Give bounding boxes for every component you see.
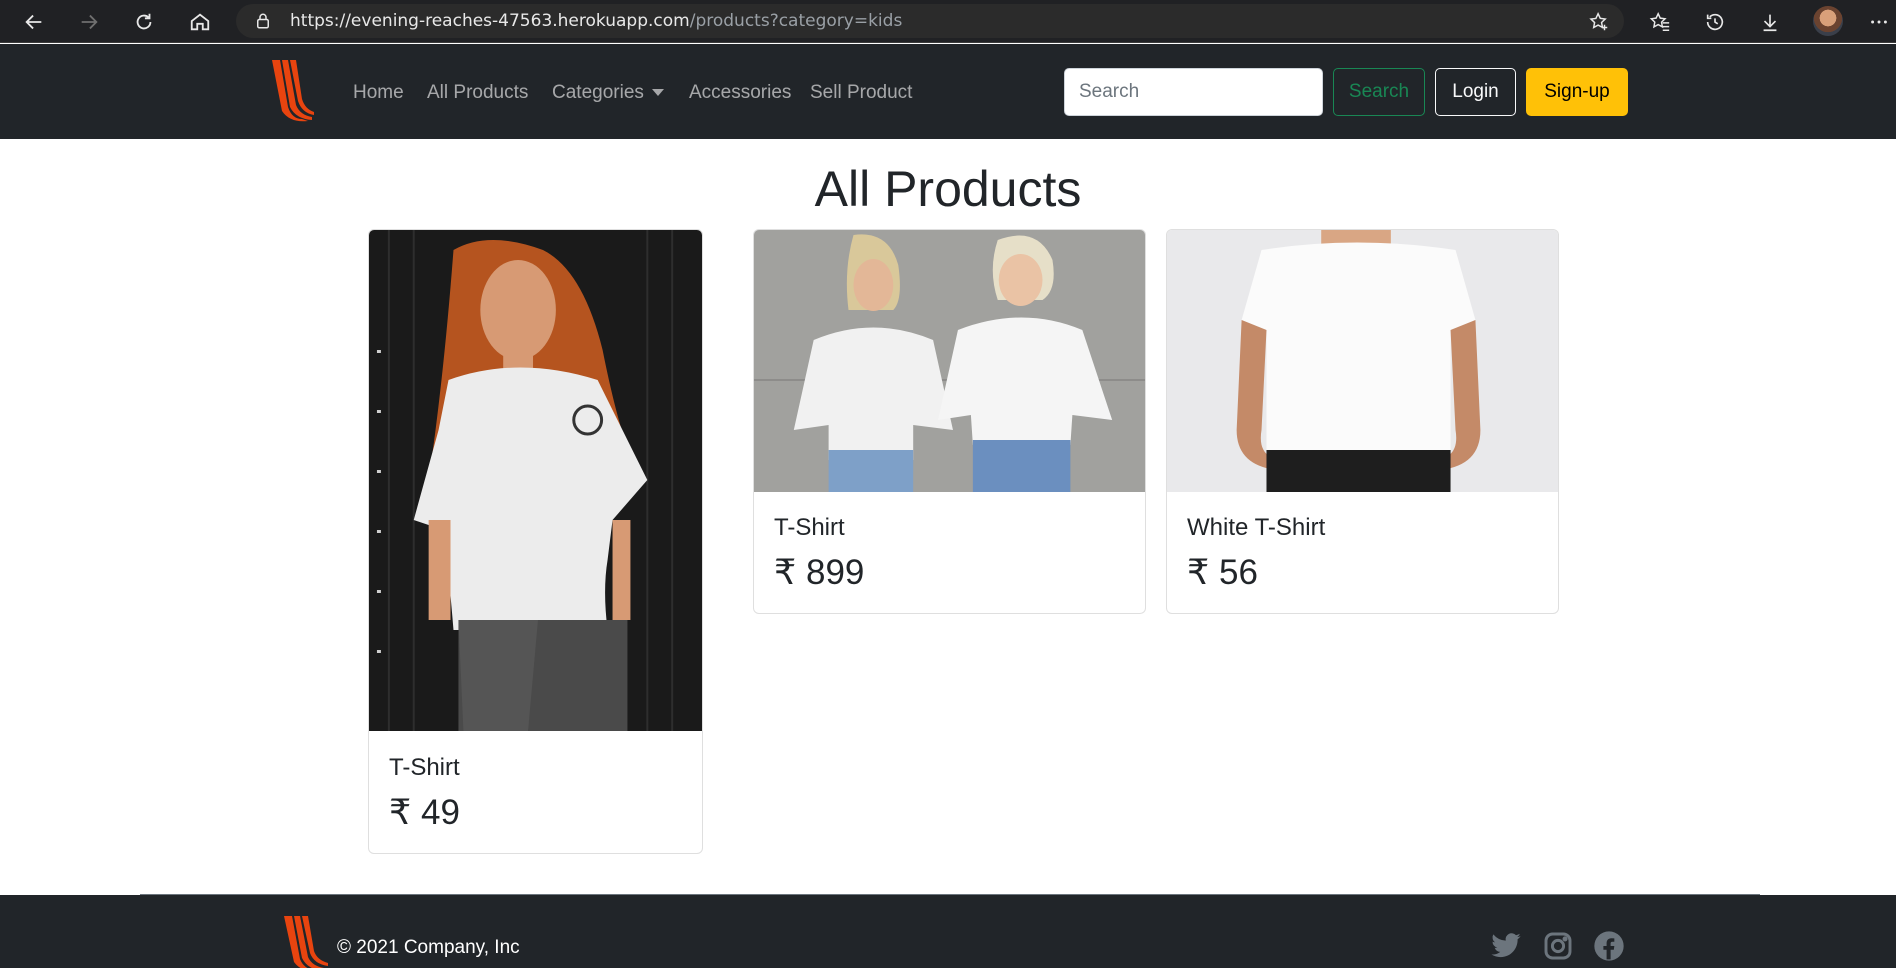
login-button[interactable]: Login (1435, 68, 1516, 116)
product-card[interactable]: T-Shirt ₹ 49 (368, 229, 703, 854)
product-image[interactable] (1167, 230, 1558, 492)
site-navbar: Home All Products Categories Accessories… (0, 44, 1896, 139)
url-host: https://evening-reaches-47563.herokuapp.… (290, 11, 690, 31)
url-path: /products?category=kids (689, 11, 903, 31)
nav-sell-product[interactable]: Sell Product (810, 82, 912, 104)
url-text[interactable]: https://evening-reaches-47563.herokuapp.… (290, 11, 902, 31)
add-favorite-icon[interactable] (1588, 11, 1610, 33)
address-bar[interactable]: https://evening-reaches-47563.herokuapp.… (236, 4, 1624, 38)
product-card[interactable]: T-Shirt ₹ 899 (753, 229, 1146, 614)
nav-categories-label: Categories (552, 82, 644, 103)
search-button[interactable]: Search (1333, 68, 1425, 116)
download-icon[interactable] (1753, 5, 1787, 39)
more-icon[interactable] (1862, 5, 1896, 39)
product-price: ₹ 56 (1187, 553, 1258, 592)
product-price: ₹ 899 (774, 553, 865, 592)
site-footer: © 2021 Company, Inc (0, 895, 1896, 968)
copyright-text: © 2021 Company, Inc (337, 937, 520, 958)
product-name[interactable]: T-Shirt (389, 754, 460, 782)
product-price: ₹ 49 (389, 793, 460, 832)
product-image[interactable] (754, 230, 1145, 492)
home-icon[interactable] (183, 5, 217, 39)
brand-logo[interactable] (268, 57, 316, 123)
nav-categories-dropdown[interactable]: Categories (552, 82, 664, 104)
browser-toolbar: https://evening-reaches-47563.herokuapp.… (0, 0, 1896, 43)
product-name[interactable]: T-Shirt (774, 514, 845, 542)
history-icon[interactable] (1698, 5, 1732, 39)
product-card[interactable]: White T-Shirt ₹ 56 (1166, 229, 1559, 614)
forward-icon[interactable] (72, 5, 106, 39)
back-icon[interactable] (17, 5, 51, 39)
facebook-icon[interactable] (1593, 930, 1625, 962)
product-name[interactable]: White T-Shirt (1187, 514, 1325, 542)
footer-brand-logo[interactable] (282, 913, 330, 968)
search-input[interactable] (1064, 68, 1323, 116)
favorites-icon[interactable] (1643, 5, 1677, 39)
nav-accessories[interactable]: Accessories (689, 82, 791, 104)
product-image[interactable] (369, 230, 702, 731)
chevron-down-icon (651, 89, 664, 97)
lock-icon[interactable] (254, 12, 272, 30)
twitter-icon[interactable] (1490, 930, 1522, 962)
reload-icon[interactable] (127, 5, 161, 39)
nav-all-products[interactable]: All Products (427, 82, 528, 104)
page-title: All Products (814, 161, 1082, 217)
profile-avatar[interactable] (1813, 6, 1843, 36)
signup-button[interactable]: Sign-up (1526, 68, 1628, 116)
instagram-icon[interactable] (1542, 930, 1574, 962)
nav-home[interactable]: Home (353, 82, 404, 104)
